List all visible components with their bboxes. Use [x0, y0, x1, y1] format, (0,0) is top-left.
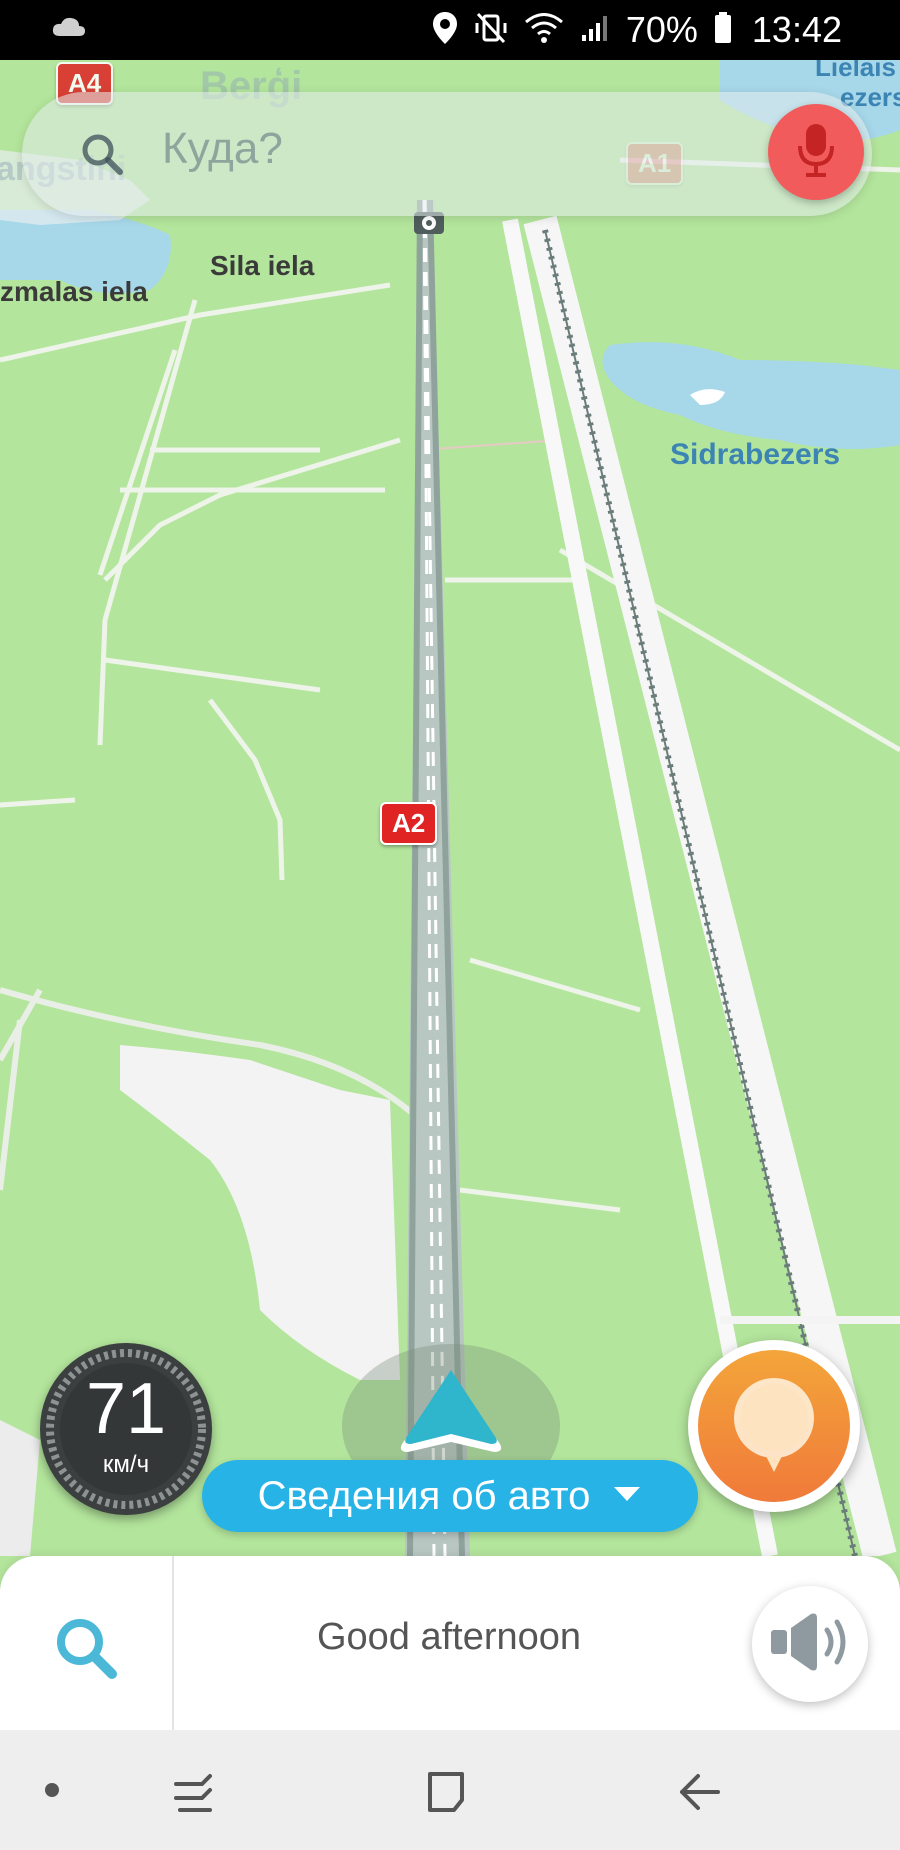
search-icon [80, 132, 124, 181]
map-label-lielais: Lielais [815, 60, 896, 82]
speedometer[interactable]: 71 км/ч [40, 1343, 212, 1515]
speed-value: 71 [85, 1369, 167, 1449]
battery-percent: 70% [625, 9, 698, 50]
car-arrow-icon[interactable] [392, 1366, 510, 1467]
clock: 13:42 [751, 9, 842, 50]
location-icon [432, 11, 458, 50]
wifi-icon [524, 12, 564, 49]
car-info-button[interactable]: Сведения об авто [202, 1460, 698, 1532]
car-info-label: Сведения об авто [257, 1473, 591, 1518]
bottom-search-icon[interactable] [52, 1614, 122, 1689]
chevron-down-icon [612, 1484, 642, 1509]
recent-apps-icon[interactable] [172, 1770, 216, 1819]
mute-vibrate-icon [474, 11, 508, 50]
voice-search-button[interactable] [768, 104, 864, 200]
map-label-sila-iela: Sila iela [210, 250, 315, 281]
nav-dot-icon[interactable] [44, 1782, 60, 1803]
cloud-icon [52, 16, 86, 43]
map-label-sidrabezers: Sidrabezers [670, 438, 841, 471]
signal-icon [580, 13, 610, 48]
sound-button[interactable] [752, 1586, 868, 1702]
map-label-mezmalas-iela: zmalas iela [0, 276, 148, 307]
report-button[interactable] [688, 1340, 860, 1512]
search-bar[interactable]: Куда? [22, 92, 872, 216]
speaker-icon [767, 1610, 853, 1679]
greeting-text: Good afternoon [316, 1616, 582, 1658]
search-placeholder: Куда? [162, 124, 283, 173]
speed-unit: км/ч [102, 1451, 150, 1478]
home-icon[interactable] [424, 1770, 468, 1819]
road-shield-a2: A2 [380, 802, 438, 845]
map-view[interactable]: Berģi angstini Sila iela zmalas iela Sid… [0, 60, 900, 1556]
microphone-icon [796, 122, 836, 183]
battery-icon [714, 11, 732, 49]
system-nav-bar [0, 1730, 900, 1850]
status-bar: 70% 13:42 [0, 0, 900, 60]
back-icon[interactable] [676, 1770, 722, 1819]
